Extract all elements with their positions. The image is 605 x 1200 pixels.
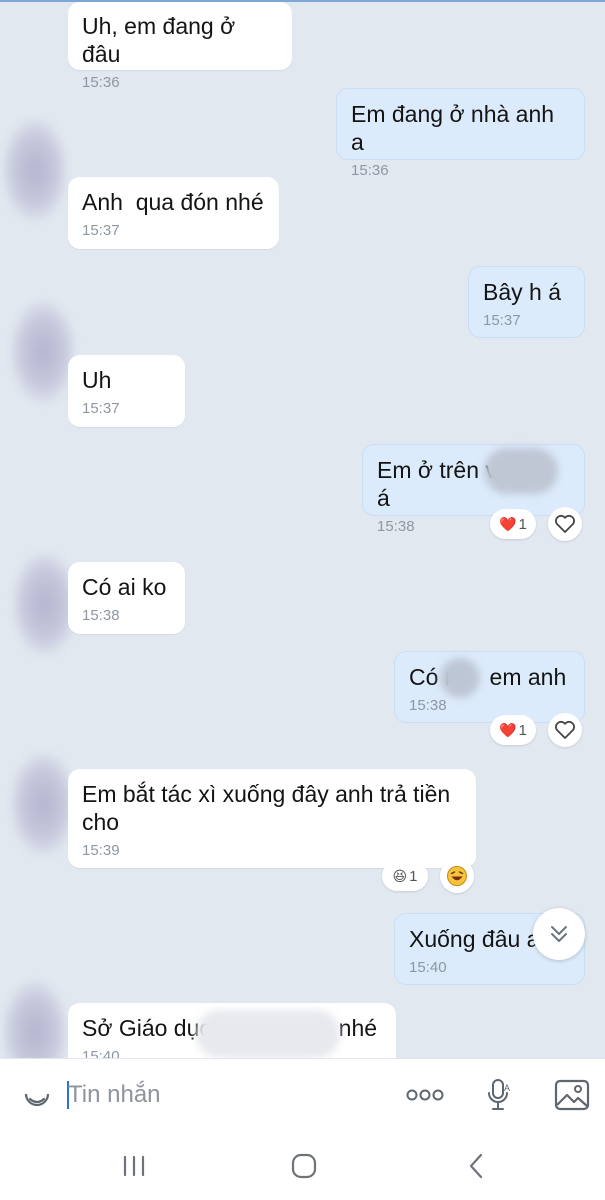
chevron-double-down-icon [551, 926, 567, 942]
reaction-count: 1 [518, 721, 527, 739]
message-bubble-incoming[interactable]: Em bắt tác xì xuống đây anh trả tiền cho… [68, 769, 476, 868]
message-time: 15:40 [409, 959, 447, 976]
message-bubble-outgoing[interactable]: Em đang ở nhà anh a 15:36 [336, 88, 585, 179]
more-icon[interactable] [402, 1081, 448, 1109]
message-time: 15:38 [409, 697, 447, 714]
message-bubble-outgoing[interactable]: Có n em anh 15:38 [394, 651, 585, 723]
home-icon[interactable] [288, 1150, 320, 1182]
recent-apps-icon[interactable] [116, 1152, 152, 1180]
svg-text:A: A [504, 1083, 510, 1093]
heart-reaction-icon: ❤️ [499, 721, 517, 738]
message-bubble-incoming[interactable]: Uh, em đang ở đâu 15:36 [68, 2, 292, 91]
message-text: Có ai ko [82, 574, 167, 600]
message-bubble-outgoing[interactable]: Bây h á 15:37 [468, 266, 585, 338]
redaction-blur [196, 1010, 340, 1058]
heart-reaction-icon: ❤️ [499, 515, 517, 532]
laugh-icon[interactable] [440, 859, 474, 893]
message-time: 15:36 [351, 162, 389, 179]
reaction-count: 1 [409, 867, 418, 885]
message-bubble-incoming[interactable]: Có ai ko 15:38 [68, 562, 185, 634]
reaction-count: 1 [518, 515, 527, 533]
redaction-blur [484, 448, 558, 494]
back-icon[interactable] [460, 1150, 492, 1182]
message-text: Bây h á [483, 279, 561, 305]
message-input[interactable]: Tin nhắn [68, 1079, 368, 1111]
redaction-blur [440, 658, 480, 698]
message-time: 15:36 [82, 74, 120, 91]
message-text: Có n em anh [409, 664, 567, 690]
message-time: 15:37 [483, 312, 521, 329]
message-time: 15:39 [82, 842, 120, 859]
message-time: 15:38 [82, 607, 120, 624]
message-time: 15:38 [377, 518, 415, 535]
heart-outline-icon[interactable] [548, 713, 582, 747]
reaction-count-badge[interactable]: ❤️ 1 [490, 715, 536, 745]
scroll-to-bottom-button[interactable] [533, 908, 585, 960]
message-text: Anh qua đón nhé [82, 189, 264, 215]
message-time: 15:37 [82, 400, 120, 417]
reaction-count-badge[interactable]: 😆 1 [382, 861, 428, 891]
message-text: Em bắt tác xì xuống đây anh trả tiền cho [82, 781, 451, 835]
heart-outline-icon[interactable] [548, 507, 582, 541]
system-navigation-bar [0, 1128, 605, 1200]
message-text: Uh [82, 367, 112, 393]
image-icon[interactable] [552, 1075, 592, 1115]
message-time: 15:37 [82, 222, 120, 239]
reaction-count-badge[interactable]: ❤️ 1 [490, 509, 536, 539]
sticker-icon[interactable] [18, 1077, 56, 1115]
contact-avatar[interactable] [10, 300, 76, 404]
contact-avatar[interactable] [10, 752, 76, 856]
voice-icon[interactable]: A [482, 1075, 516, 1115]
message-bubble-incoming[interactable]: Uh 15:37 [68, 355, 185, 427]
message-text: Em đang ở nhà anh a [351, 101, 561, 155]
message-bubble-incoming[interactable]: Anh qua đón nhé 15:37 [68, 177, 279, 249]
chat-area[interactable]: Uh, em đang ở đâu 15:36 Em đang ở nhà an… [0, 0, 605, 1058]
contact-avatar[interactable] [2, 980, 68, 1058]
laugh-reaction-icon: 😆 [392, 867, 408, 884]
message-text: Uh, em đang ở đâu [82, 13, 242, 67]
message-composer: Tin nhắn A [0, 1058, 605, 1129]
contact-avatar[interactable] [2, 118, 68, 222]
